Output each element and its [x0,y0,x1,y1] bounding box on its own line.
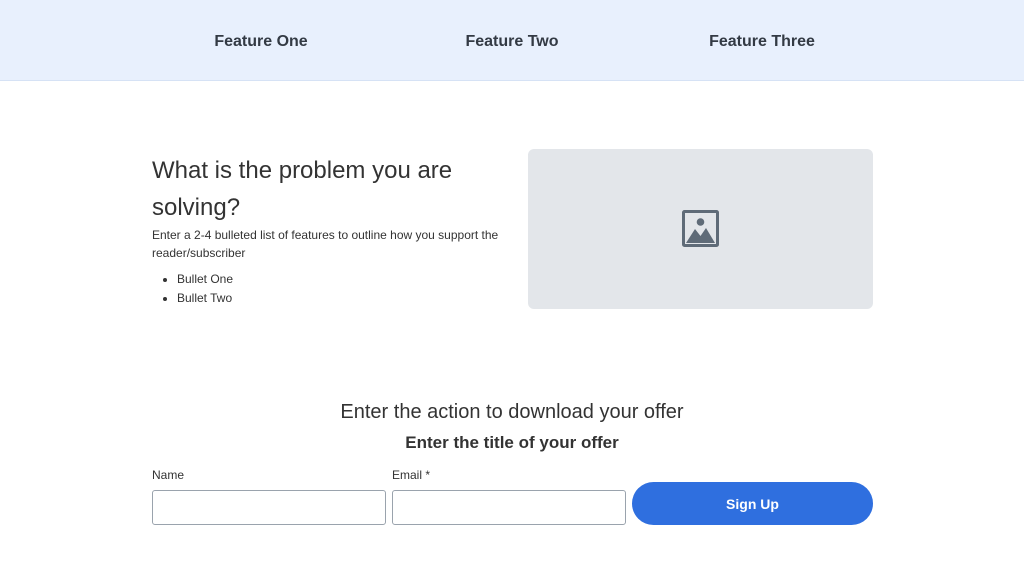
offer-title: Enter the title of your offer [405,433,619,452]
name-label: Name [152,468,185,482]
nav-item-feature-three[interactable]: Feature Three [709,33,815,51]
email-label: Email * [392,468,431,482]
feature-bullet-list: Bullet One Bullet Two [152,270,233,308]
bullet-item: Bullet Two [177,289,233,308]
problem-description: Enter a 2-4 bulleted list of features to… [152,228,499,260]
nav-item-feature-one[interactable]: Feature One [214,33,307,51]
name-input[interactable] [152,490,386,525]
top-navigation: Feature One Feature Two Feature Three [0,0,1024,81]
offer-action-text: Enter the action to download your offer [340,401,684,423]
email-input[interactable] [392,490,626,525]
nav-item-feature-two[interactable]: Feature Two [465,33,558,51]
image-placeholder [528,149,873,309]
problem-heading: What is the problem you are solving? [152,157,453,221]
sign-up-button[interactable]: Sign Up [632,482,873,525]
bullet-item: Bullet One [177,270,233,289]
image-placeholder-icon [682,210,719,247]
